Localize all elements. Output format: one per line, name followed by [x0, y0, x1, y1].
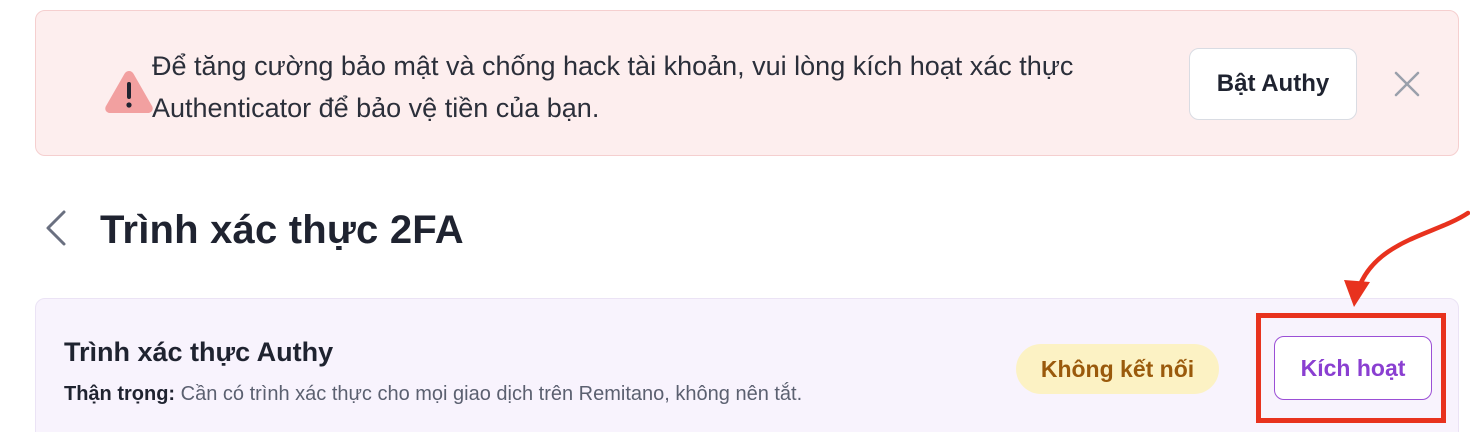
- card-note-label: Thận trọng:: [64, 383, 176, 405]
- alert-message-line2: Authenticator để bảo vệ tiền của bạn.: [152, 93, 600, 123]
- authy-card: Trình xác thực Authy Thận trọng: Cần có …: [35, 298, 1459, 432]
- alert-message-line1: Để tăng cường bảo mật và chống hack tài …: [152, 51, 1074, 81]
- card-title: Trình xác thực Authy: [64, 337, 334, 367]
- page: Để tăng cường bảo mật và chống hack tài …: [0, 0, 1470, 432]
- status-badge: Không kết nối: [1016, 344, 1219, 394]
- chevron-left-icon[interactable]: [40, 206, 76, 250]
- annotation-highlight-box: [1256, 313, 1446, 423]
- enable-authy-button[interactable]: Bật Authy: [1189, 48, 1357, 120]
- security-alert-banner: Để tăng cường bảo mật và chống hack tài …: [35, 10, 1459, 156]
- card-note-text: Cần có trình xác thực cho mọi giao dịch …: [180, 383, 803, 405]
- warning-triangle-icon: [105, 71, 153, 113]
- page-title: Trình xác thực 2FA: [100, 208, 464, 252]
- close-icon[interactable]: [1391, 68, 1423, 100]
- alert-message: Để tăng cường bảo mật và chống hack tài …: [152, 45, 1162, 129]
- card-warning-note: Thận trọng: Cần có trình xác thực cho mọ…: [64, 381, 802, 407]
- annotation-arrow-icon: [1344, 210, 1470, 307]
